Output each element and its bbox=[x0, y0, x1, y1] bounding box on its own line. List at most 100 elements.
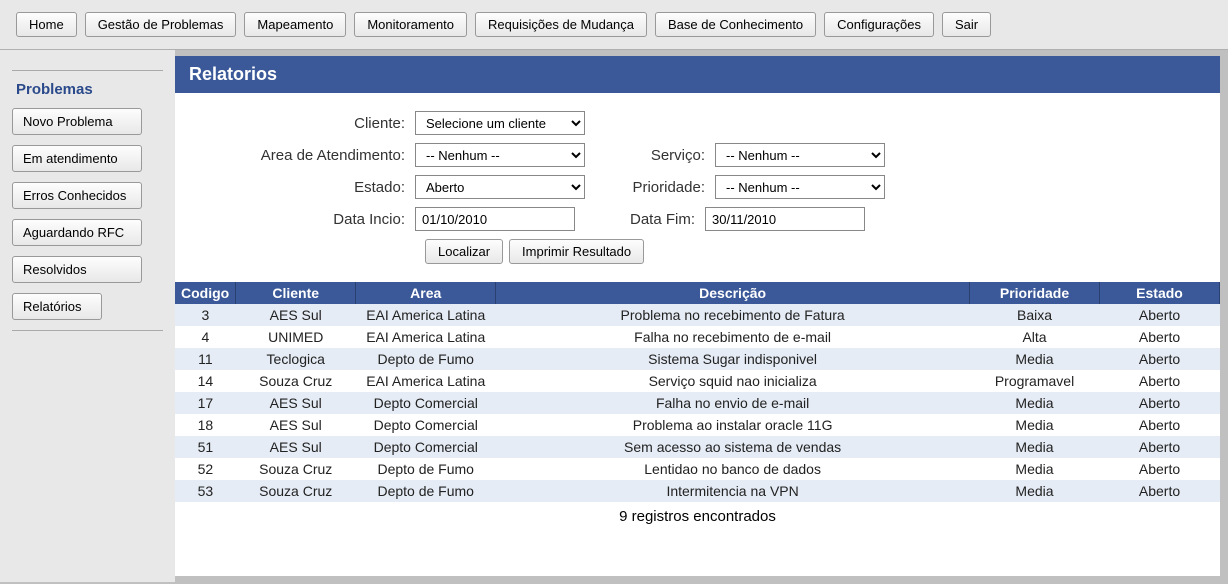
cell-cliente: AES Sul bbox=[236, 414, 356, 436]
cell-descricao: Problema ao instalar oracle 11G bbox=[496, 414, 970, 436]
sidebar-aguardando-rfc[interactable]: Aguardando RFC bbox=[12, 219, 142, 246]
cell-prioridade: Media bbox=[970, 348, 1100, 370]
sidebar-erros-conhecidos[interactable]: Erros Conhecidos bbox=[12, 182, 142, 209]
th-prioridade: Prioridade bbox=[970, 282, 1100, 304]
cell-prioridade: Media bbox=[970, 414, 1100, 436]
data-fim-input[interactable] bbox=[705, 207, 865, 231]
table-row[interactable]: 52Souza CruzDepto de FumoLentidao no ban… bbox=[175, 458, 1220, 480]
imprimir-button[interactable]: Imprimir Resultado bbox=[509, 239, 644, 264]
cell-descricao: Serviço squid nao inicializa bbox=[496, 370, 970, 392]
estado-select[interactable]: Aberto bbox=[415, 175, 585, 199]
cell-estado: Aberto bbox=[1100, 436, 1220, 458]
cell-prioridade: Baixa bbox=[970, 304, 1100, 326]
sidebar-title: Problemas bbox=[12, 70, 163, 108]
cliente-label: Cliente: bbox=[175, 115, 415, 132]
cell-codigo: 53 bbox=[175, 480, 236, 502]
cell-descricao: Falha no recebimento de e-mail bbox=[496, 326, 970, 348]
cell-estado: Aberto bbox=[1100, 458, 1220, 480]
cell-prioridade: Alta bbox=[970, 326, 1100, 348]
cell-cliente: Souza Cruz bbox=[236, 458, 356, 480]
table-row[interactable]: 18AES SulDepto ComercialProblema ao inst… bbox=[175, 414, 1220, 436]
sidebar-resolvidos[interactable]: Resolvidos bbox=[12, 256, 142, 283]
th-estado: Estado bbox=[1100, 282, 1220, 304]
th-area: Area bbox=[356, 282, 496, 304]
content-panel: Relatorios Cliente: Selecione um cliente… bbox=[175, 56, 1220, 576]
cell-codigo: 3 bbox=[175, 304, 236, 326]
table-row[interactable]: 11TeclogicaDepto de FumoSistema Sugar in… bbox=[175, 348, 1220, 370]
area-select[interactable]: -- Nenhum -- bbox=[415, 143, 585, 167]
data-fim-label: Data Fim: bbox=[575, 211, 705, 228]
cell-cliente: Souza Cruz bbox=[236, 370, 356, 392]
cell-descricao: Sistema Sugar indisponivel bbox=[496, 348, 970, 370]
cell-estado: Aberto bbox=[1100, 480, 1220, 502]
table-header-row: Codigo Cliente Area Descrição Prioridade… bbox=[175, 282, 1220, 304]
table-row[interactable]: 53Souza CruzDepto de FumoIntermitencia n… bbox=[175, 480, 1220, 502]
cell-cliente: AES Sul bbox=[236, 392, 356, 414]
cliente-select[interactable]: Selecione um cliente bbox=[415, 111, 585, 135]
cell-cliente: AES Sul bbox=[236, 304, 356, 326]
cell-estado: Aberto bbox=[1100, 348, 1220, 370]
cell-cliente: Teclogica bbox=[236, 348, 356, 370]
cell-estado: Aberto bbox=[1100, 414, 1220, 436]
localizar-button[interactable]: Localizar bbox=[425, 239, 503, 264]
table-row[interactable]: 3AES SulEAI America LatinaProblema no re… bbox=[175, 304, 1220, 326]
cell-codigo: 4 bbox=[175, 326, 236, 348]
nav-home[interactable]: Home bbox=[16, 12, 77, 37]
cell-prioridade: Media bbox=[970, 392, 1100, 414]
sidebar-divider bbox=[12, 330, 163, 331]
cell-estado: Aberto bbox=[1100, 392, 1220, 414]
cell-descricao: Intermitencia na VPN bbox=[496, 480, 970, 502]
data-inicio-input[interactable] bbox=[415, 207, 575, 231]
cell-area: Depto Comercial bbox=[356, 414, 496, 436]
cell-estado: Aberto bbox=[1100, 370, 1220, 392]
cell-area: EAI America Latina bbox=[356, 304, 496, 326]
main-wrap: Problemas Novo Problema Em atendimento E… bbox=[0, 50, 1228, 582]
cell-codigo: 52 bbox=[175, 458, 236, 480]
nav-mapeamento[interactable]: Mapeamento bbox=[244, 12, 346, 37]
cell-descricao: Problema no recebimento de Fatura bbox=[496, 304, 970, 326]
th-cliente: Cliente bbox=[236, 282, 356, 304]
cell-area: Depto Comercial bbox=[356, 436, 496, 458]
nav-monitoramento[interactable]: Monitoramento bbox=[354, 12, 467, 37]
cell-area: EAI America Latina bbox=[356, 326, 496, 348]
nav-sair[interactable]: Sair bbox=[942, 12, 991, 37]
cell-prioridade: Media bbox=[970, 480, 1100, 502]
prioridade-select[interactable]: -- Nenhum -- bbox=[715, 175, 885, 199]
cell-cliente: Souza Cruz bbox=[236, 480, 356, 502]
cell-codigo: 51 bbox=[175, 436, 236, 458]
table-row[interactable]: 51AES SulDepto ComercialSem acesso ao si… bbox=[175, 436, 1220, 458]
estado-label: Estado: bbox=[175, 179, 415, 196]
cell-descricao: Lentidao no banco de dados bbox=[496, 458, 970, 480]
cell-cliente: AES Sul bbox=[236, 436, 356, 458]
nav-requisicoes[interactable]: Requisições de Mudança bbox=[475, 12, 647, 37]
nav-gestao-problemas[interactable]: Gestão de Problemas bbox=[85, 12, 237, 37]
cell-prioridade: Media bbox=[970, 436, 1100, 458]
cell-codigo: 14 bbox=[175, 370, 236, 392]
result-count: 9 registros encontrados bbox=[175, 502, 1220, 531]
cell-codigo: 17 bbox=[175, 392, 236, 414]
nav-base-conhecimento[interactable]: Base de Conhecimento bbox=[655, 12, 816, 37]
nav-configuracoes[interactable]: Configurações bbox=[824, 12, 934, 37]
sidebar-novo-problema[interactable]: Novo Problema bbox=[12, 108, 142, 135]
cell-cliente: UNIMED bbox=[236, 326, 356, 348]
sidebar-em-atendimento[interactable]: Em atendimento bbox=[12, 145, 142, 172]
cell-area: Depto Comercial bbox=[356, 392, 496, 414]
sidebar: Problemas Novo Problema Em atendimento E… bbox=[0, 50, 175, 582]
cell-codigo: 11 bbox=[175, 348, 236, 370]
cell-area: Depto de Fumo bbox=[356, 348, 496, 370]
top-nav: Home Gestão de Problemas Mapeamento Moni… bbox=[0, 0, 1228, 50]
cell-prioridade: Programavel bbox=[970, 370, 1100, 392]
area-label: Area de Atendimento: bbox=[175, 147, 415, 164]
cell-estado: Aberto bbox=[1100, 304, 1220, 326]
cell-area: Depto de Fumo bbox=[356, 458, 496, 480]
th-codigo: Codigo bbox=[175, 282, 236, 304]
table-row[interactable]: 4UNIMEDEAI America LatinaFalha no recebi… bbox=[175, 326, 1220, 348]
table-row[interactable]: 17AES SulDepto ComercialFalha no envio d… bbox=[175, 392, 1220, 414]
cell-descricao: Sem acesso ao sistema de vendas bbox=[496, 436, 970, 458]
data-inicio-label: Data Incio: bbox=[175, 211, 415, 228]
servico-select[interactable]: -- Nenhum -- bbox=[715, 143, 885, 167]
table-row[interactable]: 14Souza CruzEAI America LatinaServiço sq… bbox=[175, 370, 1220, 392]
sidebar-relatorios[interactable]: Relatórios bbox=[12, 293, 102, 320]
cell-estado: Aberto bbox=[1100, 326, 1220, 348]
cell-descricao: Falha no envio de e-mail bbox=[496, 392, 970, 414]
